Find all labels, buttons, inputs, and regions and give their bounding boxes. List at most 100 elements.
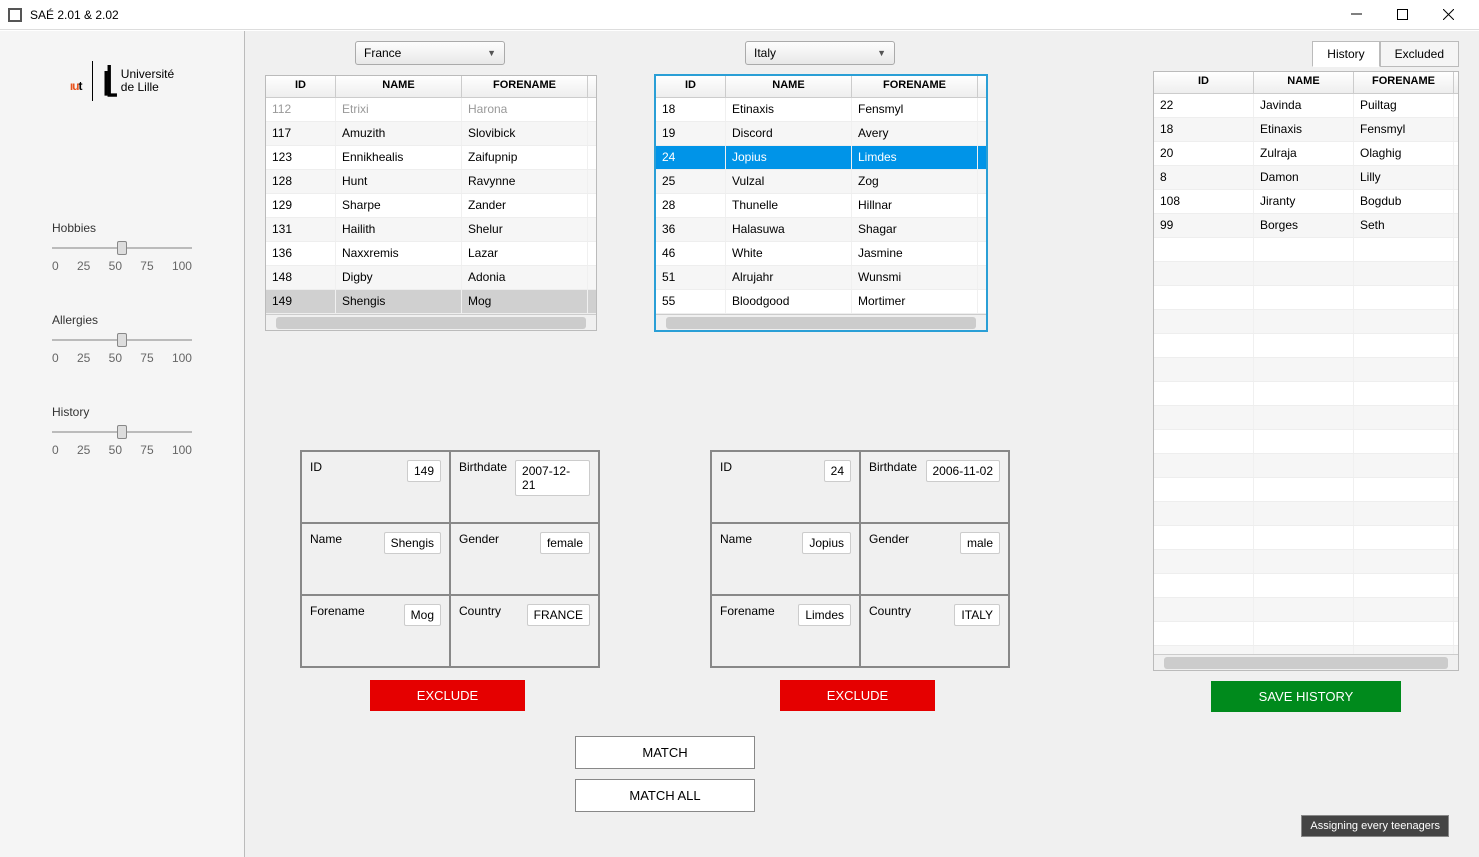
- col-id[interactable]: ID: [266, 76, 336, 97]
- table-row[interactable]: [1154, 382, 1458, 406]
- slider-track[interactable]: [52, 241, 192, 255]
- table-row[interactable]: 18EtinaxisFensmyl: [656, 98, 986, 122]
- table-row[interactable]: [1154, 238, 1458, 262]
- table-row[interactable]: 20ZulrajaOlaghig: [1154, 142, 1458, 166]
- exclude-left-button[interactable]: EXCLUDE: [370, 680, 525, 711]
- table-row[interactable]: [1154, 646, 1458, 654]
- table-row[interactable]: 112EtrixiHarona: [266, 98, 596, 122]
- table-row[interactable]: [1154, 310, 1458, 334]
- maximize-button[interactable]: [1379, 0, 1425, 30]
- slider-history: History 0255075100: [52, 405, 192, 457]
- detail-country: CountryFRANCE: [450, 595, 599, 667]
- table-row[interactable]: 22JavindaPuiltag: [1154, 94, 1458, 118]
- table-row[interactable]: 149ShengisMog: [266, 290, 596, 314]
- detail-name-value: Jopius: [802, 532, 851, 554]
- match-all-button[interactable]: MATCH ALL: [575, 779, 755, 812]
- table-row[interactable]: [1154, 286, 1458, 310]
- close-button[interactable]: [1425, 0, 1471, 30]
- detail-forename: ForenameMog: [301, 595, 450, 667]
- table-row[interactable]: 136NaxxremisLazar: [266, 242, 596, 266]
- detail-forename: ForenameLimdes: [711, 595, 860, 667]
- detail-birthdate-value: 2007-12-21: [515, 460, 590, 496]
- table-row[interactable]: 36HalasuwaShagar: [656, 218, 986, 242]
- table-row[interactable]: [1154, 262, 1458, 286]
- slider-track[interactable]: [52, 425, 192, 439]
- col-forename[interactable]: FORENAME: [1354, 72, 1454, 93]
- detail-name-value: Shengis: [384, 532, 441, 554]
- table-row[interactable]: [1154, 622, 1458, 646]
- table-row[interactable]: 28ThunelleHillnar: [656, 194, 986, 218]
- detail-forename-value: Limdes: [798, 604, 851, 626]
- table-row[interactable]: 51AlrujahrWunsmi: [656, 266, 986, 290]
- save-history-button[interactable]: SAVE HISTORY: [1211, 681, 1401, 712]
- match-button[interactable]: MATCH: [575, 736, 755, 769]
- window-title: SAÉ 2.01 & 2.02: [30, 8, 1333, 22]
- table-row[interactable]: 99BorgesSeth: [1154, 214, 1458, 238]
- slider-label: History: [52, 405, 192, 419]
- table-row[interactable]: [1154, 502, 1458, 526]
- right-country-combo[interactable]: Italy ▼: [745, 41, 895, 65]
- table-row[interactable]: 19DiscordAvery: [656, 122, 986, 146]
- table-row[interactable]: [1154, 334, 1458, 358]
- table-row[interactable]: [1154, 358, 1458, 382]
- detail-birthdate-value: 2006-11-02: [926, 460, 1001, 482]
- slider-label: Hobbies: [52, 221, 192, 235]
- left-table[interactable]: ID NAME FORENAME 112EtrixiHarona117Amuzi…: [265, 75, 597, 331]
- table-row[interactable]: 55BloodgoodMortimer: [656, 290, 986, 314]
- col-name[interactable]: NAME: [336, 76, 462, 97]
- col-name[interactable]: NAME: [1254, 72, 1354, 93]
- col-forename[interactable]: FORENAME: [852, 76, 978, 97]
- right-detail-card: ID24Birthdate2006-11-02NameJopiusGenderm…: [710, 450, 1010, 668]
- logo: ıut |⎣ Universitéde Lille: [70, 61, 174, 101]
- chevron-down-icon: ▼: [877, 48, 886, 58]
- table-row[interactable]: 24JopiusLimdes: [656, 146, 986, 170]
- table-row[interactable]: [1154, 550, 1458, 574]
- table-row[interactable]: 129SharpeZander: [266, 194, 596, 218]
- hscroll[interactable]: [656, 314, 986, 330]
- detail-country-value: ITALY: [954, 604, 1000, 626]
- right-table[interactable]: ID NAME FORENAME 18EtinaxisFensmyl19Disc…: [655, 75, 987, 331]
- table-row[interactable]: 108JirantyBogdub: [1154, 190, 1458, 214]
- detail-id-value: 24: [824, 460, 851, 482]
- minimize-button[interactable]: [1333, 0, 1379, 30]
- table-row[interactable]: [1154, 478, 1458, 502]
- table-row[interactable]: 148DigbyAdonia: [266, 266, 596, 290]
- col-id[interactable]: ID: [1154, 72, 1254, 93]
- tab-history[interactable]: History: [1312, 41, 1379, 67]
- table-row[interactable]: [1154, 454, 1458, 478]
- detail-name: NameJopius: [711, 523, 860, 595]
- slider-track[interactable]: [52, 333, 192, 347]
- slider-allergies: Allergies 0255075100: [52, 313, 192, 365]
- hscroll[interactable]: [1154, 654, 1458, 670]
- detail-id-value: 149: [407, 460, 441, 482]
- col-name[interactable]: NAME: [726, 76, 852, 97]
- col-id[interactable]: ID: [656, 76, 726, 97]
- exclude-right-button[interactable]: EXCLUDE: [780, 680, 935, 711]
- table-row[interactable]: 25VulzalZog: [656, 170, 986, 194]
- detail-name: NameShengis: [301, 523, 450, 595]
- table-row[interactable]: 128HuntRavynne: [266, 170, 596, 194]
- slider-label: Allergies: [52, 313, 192, 327]
- table-row[interactable]: 131HailithShelur: [266, 218, 596, 242]
- table-row[interactable]: [1154, 598, 1458, 622]
- table-row[interactable]: 18EtinaxisFensmyl: [1154, 118, 1458, 142]
- tab-excluded[interactable]: Excluded: [1380, 41, 1459, 67]
- table-row[interactable]: [1154, 430, 1458, 454]
- table-row[interactable]: [1154, 574, 1458, 598]
- detail-birthdate: Birthdate2007-12-21: [450, 451, 599, 523]
- table-row[interactable]: [1154, 406, 1458, 430]
- table-row[interactable]: 46WhiteJasmine: [656, 242, 986, 266]
- detail-id: ID24: [711, 451, 860, 523]
- history-table[interactable]: ID NAME FORENAME 22JavindaPuiltag18Etina…: [1153, 71, 1459, 671]
- hscroll[interactable]: [266, 314, 596, 330]
- table-row[interactable]: 117AmuzithSlovibick: [266, 122, 596, 146]
- table-row[interactable]: [1154, 526, 1458, 550]
- col-forename[interactable]: FORENAME: [462, 76, 588, 97]
- detail-country: CountryITALY: [860, 595, 1009, 667]
- sidebar: ıut |⎣ Universitéde Lille Hobbies 025507…: [0, 31, 245, 857]
- table-row[interactable]: 123EnnikhealisZaifupnip: [266, 146, 596, 170]
- left-country-combo[interactable]: France ▼: [355, 41, 505, 65]
- table-row[interactable]: 8DamonLilly: [1154, 166, 1458, 190]
- detail-birthdate: Birthdate2006-11-02: [860, 451, 1009, 523]
- slider-hobbies: Hobbies 0255075100: [52, 221, 192, 273]
